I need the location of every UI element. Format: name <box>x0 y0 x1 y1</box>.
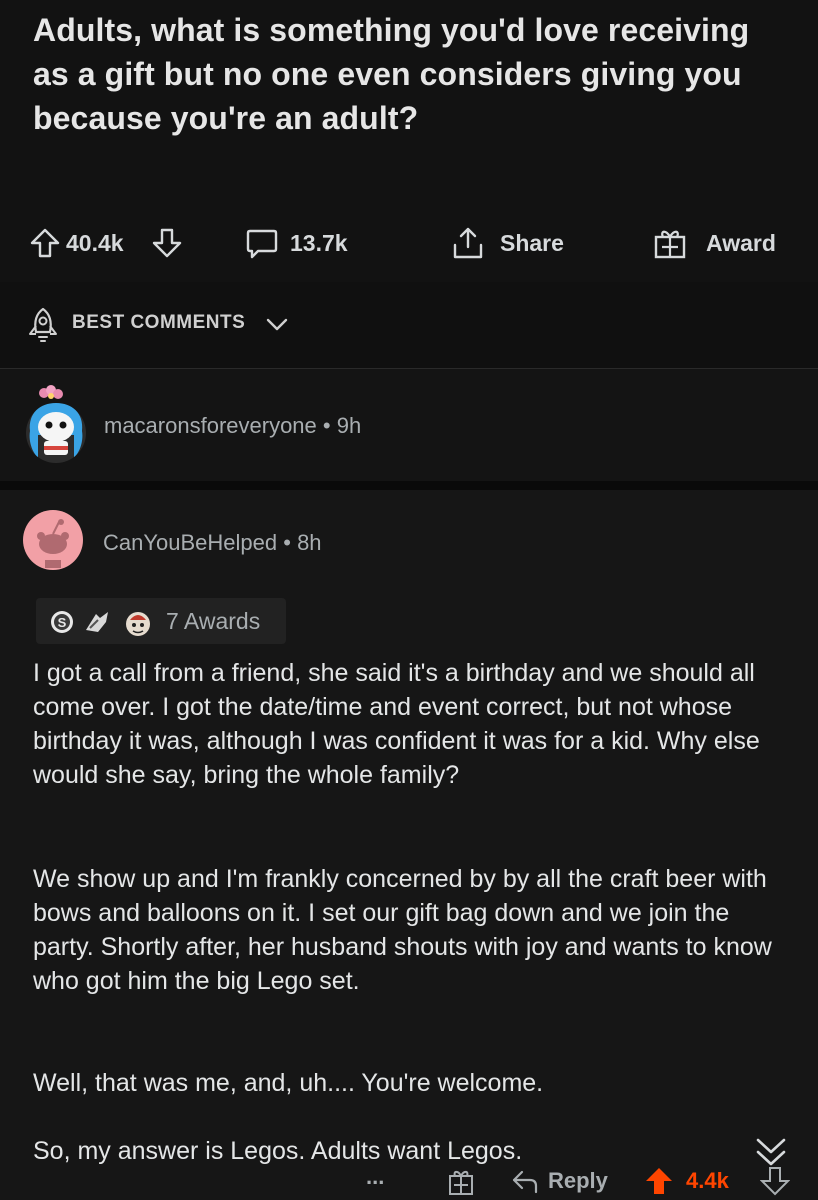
meta-separator: • <box>322 413 337 438</box>
comment-footer: ... Reply 4.4k <box>0 1160 818 1200</box>
award-button[interactable]: Award <box>652 220 776 266</box>
snoo-avatar-icon <box>26 385 86 463</box>
comment-icon <box>246 229 278 259</box>
comment-username[interactable]: macaronsforeveryone <box>104 413 317 438</box>
more-icon[interactable]: ... <box>366 1164 384 1190</box>
silver-award-icon: S <box>51 611 73 633</box>
downvote-icon[interactable] <box>760 1166 790 1196</box>
comment-meta: macaronsforeveryone • 9h <box>104 413 361 439</box>
downvote-icon[interactable] <box>150 226 184 260</box>
rocket-icon <box>29 307 57 342</box>
avatar <box>23 510 83 570</box>
chevron-down-icon[interactable] <box>266 318 288 332</box>
comment-expanded: CanYouBeHelped • 8h S 7 Awards I got a c… <box>0 490 818 1200</box>
upvote-icon[interactable] <box>28 226 62 260</box>
comment-sort-bar[interactable]: BEST COMMENTS <box>0 282 818 369</box>
avatar <box>24 383 88 463</box>
comment-collapsed[interactable]: macaronsforeveryone • 9h <box>0 369 818 481</box>
share-label: Share <box>500 229 564 256</box>
svg-text:S: S <box>58 615 67 630</box>
snoo-avatar-icon <box>23 510 83 570</box>
upvote-button[interactable] <box>28 220 62 266</box>
reply-button[interactable]: Reply <box>510 1166 608 1196</box>
reply-icon <box>512 1170 538 1194</box>
awards-badge[interactable]: S 7 Awards <box>36 598 286 644</box>
helpful-award-icon <box>126 612 150 636</box>
comment-time: 9h <box>336 413 362 438</box>
downvote-button[interactable] <box>150 220 184 266</box>
post-actions: 40.4k 13.7k Share Award <box>0 220 818 266</box>
share-button[interactable]: Share <box>450 220 564 266</box>
comment-divider <box>0 481 818 490</box>
comment-count: 13.7k <box>290 229 348 256</box>
post-header: Adults, what is something you'd love rec… <box>0 0 818 282</box>
award-icon[interactable] <box>446 1166 476 1196</box>
awards-count: 7 Awards <box>166 608 261 634</box>
sort-label[interactable]: BEST COMMENTS <box>72 312 245 334</box>
reply-label: Reply <box>548 1168 608 1193</box>
share-icon <box>453 227 483 259</box>
comment-time: 8h <box>297 530 322 555</box>
upvote-icon[interactable] <box>644 1166 674 1196</box>
comment-paragraph: I got a call from a friend, she said it'… <box>33 659 760 789</box>
comment-paragraph: We show up and I'm frankly concerned by … <box>33 865 772 995</box>
wholesome-award-icon <box>86 612 108 632</box>
meta-separator: • <box>283 530 298 555</box>
award-icon <box>654 230 686 259</box>
comments-button[interactable]: 13.7k <box>244 220 348 266</box>
award-label: Award <box>706 229 776 256</box>
post-score: 40.4k <box>66 229 124 256</box>
comment-meta: CanYouBeHelped • 8h <box>103 530 322 556</box>
comment-score: 4.4k <box>686 1168 729 1193</box>
comment-paragraph: Well, that was me, and, uh.... You're we… <box>33 1069 544 1097</box>
comment-username[interactable]: CanYouBeHelped <box>103 530 277 555</box>
post-title: Adults, what is something you'd love rec… <box>33 12 750 136</box>
